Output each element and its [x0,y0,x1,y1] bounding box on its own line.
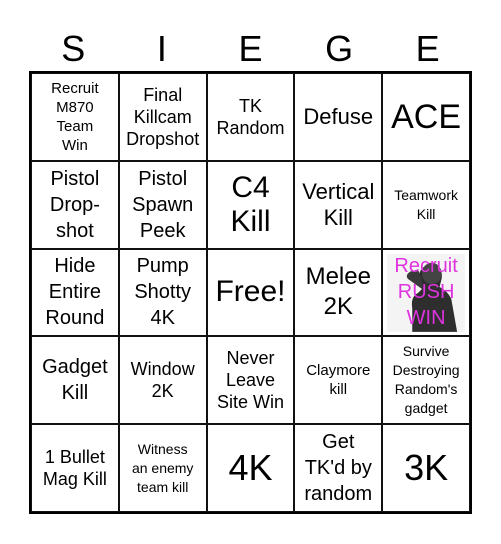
bingo-cell[interactable]: Pistol Spawn Peek [118,160,207,249]
title-letter: E [415,28,440,69]
bingo-cell[interactable]: Never Leave Site Win [206,336,295,425]
bingo-cell[interactable]: Melee 2K [294,248,383,337]
bingo-cell[interactable]: Teamwork Kill [382,160,470,249]
bingo-cell[interactable]: 4K [206,424,295,512]
title-letter: G [325,28,354,69]
free-space[interactable]: Free! [206,248,295,337]
bingo-cell[interactable]: 3K [382,424,470,512]
bingo-cell[interactable]: Window 2K [118,336,207,425]
bingo-cell[interactable]: C4 Kill [206,160,295,249]
bingo-cell[interactable]: Claymore kill [294,336,383,425]
bingo-cell[interactable]: Survive Destroying Random's gadget [382,336,470,425]
bingo-cell[interactable]: Defuse [294,73,383,161]
bingo-cell[interactable]: Final Killcam Dropshot [118,73,207,161]
bingo-cell[interactable]: Gadget Kill [31,336,119,425]
bingo-cell[interactable]: 1 Bullet Mag Kill [31,424,119,512]
bingo-cell[interactable]: ACE [382,73,470,161]
bingo-cell[interactable]: Witness an enemy team kill [118,424,207,512]
bingo-cell[interactable]: Get TK'd by random [294,424,383,512]
bingo-board: Recruit M870 Team Win Final Killcam Drop… [29,71,472,514]
bingo-cell[interactable]: Pistol Drop- shot [31,160,119,249]
title-letter: S [61,28,86,69]
title-letter: E [238,28,263,69]
bingo-cell-image[interactable]: Recruit RUSH WIN [382,248,470,337]
title-letter: I [156,28,167,69]
bingo-cell[interactable]: TK Random [206,73,295,161]
cell-text: Recruit RUSH WIN [394,255,458,330]
bingo-cell[interactable]: Vertical Kill [294,160,383,249]
bingo-cell[interactable]: Pump Shotty 4K [118,248,207,337]
bingo-cell[interactable]: Recruit M870 Team Win [31,73,119,161]
bingo-title: S I E G E [29,28,472,70]
bingo-cell[interactable]: Hide Entire Round [31,248,119,337]
